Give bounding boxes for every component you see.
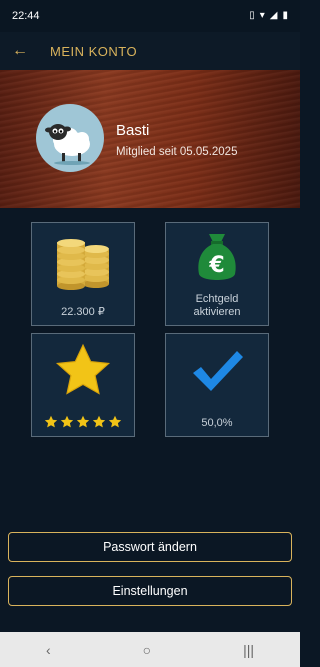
rating-tile[interactable] [31,333,135,437]
real-money-label: Echtgeld aktivieren [193,292,241,318]
wifi-icon: ▾ [259,10,265,21]
money-bag-euro-icon: € [198,234,236,280]
coin-stack-icon [57,239,109,290]
coins-balance: 22.300 ₽ [61,305,105,318]
nav-back-icon[interactable]: ‹ [46,642,51,658]
rating-stars [44,415,122,429]
back-arrow-icon[interactable]: ← [12,42,36,60]
status-icons: ▯ ▾ ◢ ▮ [249,11,288,21]
battery-icon: ▮ [282,10,288,21]
rating-star-icon [76,415,90,428]
avatar[interactable] [36,104,104,172]
rating-star-icon [60,415,74,428]
app-header: ← MEIN KONTO [0,32,300,70]
profile-banner: Basti Mitglied seit 05.05.2025 [0,70,300,208]
profile-name: Basti [116,122,150,139]
coins-tile[interactable]: 22.300 ₽ [31,222,135,326]
system-nav-bar: ‹ ○ ||| [0,632,300,667]
rating-star-icon [92,415,106,428]
rating-star-icon [44,415,58,428]
nav-recents-icon[interactable]: ||| [243,642,254,658]
signal-icon: ◢ [269,10,278,21]
nav-home-icon[interactable]: ○ [143,642,151,658]
success-rate-tile[interactable]: 50,0% [165,333,269,437]
star-icon [55,343,111,395]
rating-star-icon [108,415,122,428]
settings-button[interactable]: Einstellungen [8,576,292,606]
status-bar: 22:44 ▯ ▾ ◢ ▮ [0,0,300,32]
checkmark-icon [193,351,243,391]
page-title: MEIN KONTO [50,43,138,59]
sheep-avatar-icon [45,124,90,165]
status-time: 22:44 [12,10,40,22]
success-rate-value: 50,0% [201,416,233,429]
change-password-button[interactable]: Passwort ändern [8,532,292,562]
member-since: Mitglied seit 05.05.2025 [116,146,238,158]
real-money-tile[interactable]: € Echtgeld aktivieren [165,222,269,326]
svg-text:€: € [208,253,224,278]
vibrate-icon: ▯ [249,10,255,21]
